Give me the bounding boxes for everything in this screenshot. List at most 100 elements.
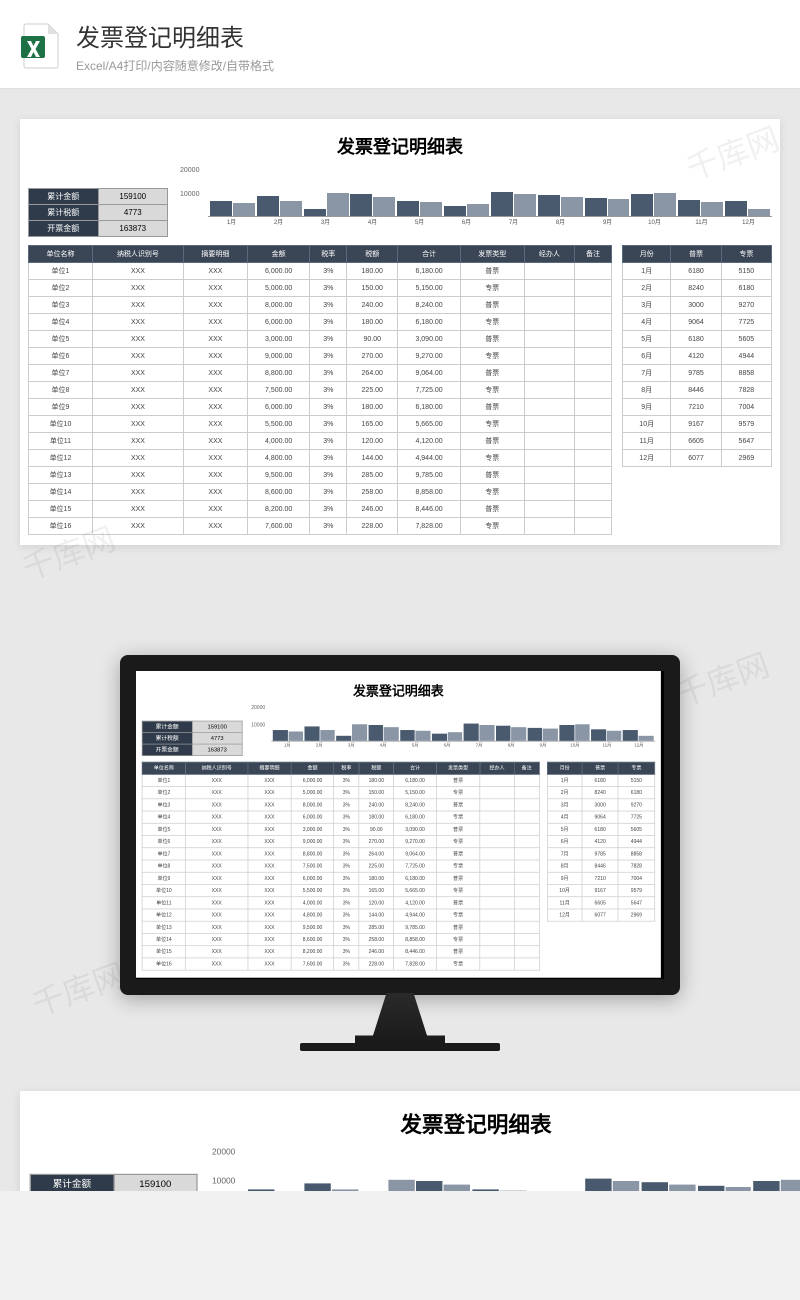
table-cell: 3% <box>310 297 347 314</box>
table-cell: 1月 <box>623 263 671 280</box>
table-cell: 264.00 <box>347 365 398 382</box>
table-cell: 180.00 <box>347 314 398 331</box>
table-cell: XXX <box>248 958 292 970</box>
table-cell <box>575 365 612 382</box>
table-cell: 普票 <box>436 872 480 884</box>
table-cell: 3% <box>310 331 347 348</box>
table-row: 单位11XXXXXX4,000.003%120.004,120.00普票 <box>29 433 612 450</box>
table-cell: 258.00 <box>347 484 398 501</box>
table-cell: 3% <box>334 823 359 835</box>
chart-bar <box>639 736 654 741</box>
table-cell: 3,000.00 <box>291 823 334 835</box>
chart-bar <box>473 1189 499 1191</box>
watermark: 千库网 <box>25 950 131 1026</box>
table-cell: 单位4 <box>29 314 93 331</box>
table-cell: 7,725.00 <box>394 860 437 872</box>
table-cell: XXX <box>186 946 248 958</box>
chart-bar <box>514 194 536 216</box>
table-row: 单位15XXXXXX8,200.003%246.008,446.00普票 <box>29 501 612 518</box>
table-row: 4月90647725 <box>623 314 772 331</box>
table-cell: 3% <box>310 467 347 484</box>
summary-value: 4773 <box>98 205 168 221</box>
table-cell: 3,000.00 <box>247 331 309 348</box>
table-cell <box>524 297 574 314</box>
table-cell: 单位7 <box>142 848 186 860</box>
chart-bar <box>388 1180 414 1191</box>
table-cell: 7210 <box>582 872 618 884</box>
table-cell: 9270 <box>618 799 654 811</box>
table-row: 单位9XXXXXX6,000.003%180.006,180.00普票 <box>142 872 539 884</box>
table-cell: 单位15 <box>142 946 186 958</box>
page-subtitle: Excel/A4打印/内容随意修改/自带格式 <box>76 57 274 74</box>
table-cell: 9,270.00 <box>394 836 437 848</box>
table-cell: 1月 <box>547 774 582 786</box>
table-cell <box>514 787 539 799</box>
table-cell <box>514 884 539 896</box>
table-cell: 6077 <box>671 450 721 467</box>
table-row: 单位2XXXXXX5,000.003%150.005,150.00专票 <box>142 787 539 799</box>
table-cell <box>480 897 514 909</box>
table-cell: 264.00 <box>359 848 394 860</box>
table-cell <box>480 884 514 896</box>
table-cell: 3月 <box>623 297 671 314</box>
table-row: 单位1XXXXXX6,000.003%180.006,180.00普票 <box>29 263 612 280</box>
table-cell: 12月 <box>623 450 671 467</box>
table-cell <box>480 958 514 970</box>
table-cell: 9月 <box>623 399 671 416</box>
chart-bar <box>417 1181 443 1191</box>
table-cell: XXX <box>248 872 292 884</box>
summary-value: 159100 <box>98 189 168 205</box>
monitor-stand <box>355 993 445 1043</box>
table-cell: XXX <box>186 860 248 872</box>
table-cell: 专票 <box>460 416 524 433</box>
page-title: 发票登记明细表 <box>76 18 274 53</box>
monitor-mockup-section: 千库网 千库网 发票登记明细表累计金额159100累计税额4773开票金额163… <box>0 615 800 1071</box>
chart-bar <box>631 194 653 216</box>
table-cell: 246.00 <box>347 501 398 518</box>
table-cell <box>575 433 612 450</box>
table-row: 10月91679579 <box>547 884 654 896</box>
table-cell: XXX <box>92 263 183 280</box>
summary-label: 累计税额 <box>142 733 192 745</box>
chart-bar <box>575 724 590 741</box>
table-row: 6月41204944 <box>547 836 654 848</box>
table-cell: 普票 <box>460 263 524 280</box>
column-header: 发票类型 <box>436 762 480 774</box>
table-cell <box>480 872 514 884</box>
chart-bar <box>448 732 463 741</box>
table-cell <box>514 823 539 835</box>
table-row: 单位7XXXXXX8,800.003%264.009,064.00普票 <box>142 848 539 860</box>
table-cell <box>575 467 612 484</box>
table-cell: 9,000.00 <box>291 836 334 848</box>
table-cell: XXX <box>183 331 247 348</box>
column-header: 月份 <box>623 246 671 263</box>
table-cell: XXX <box>92 297 183 314</box>
table-cell: 单位5 <box>142 823 186 835</box>
table-cell: 8月 <box>547 860 582 872</box>
table-row: 单位3XXXXXX8,000.003%240.008,240.00普票 <box>142 799 539 811</box>
table-cell: 6月 <box>623 348 671 365</box>
table-cell: 7月 <box>547 848 582 860</box>
chart-bar <box>585 1179 611 1191</box>
table-cell: 180.00 <box>359 872 394 884</box>
sheet-title: 发票登记明细表 <box>30 1108 800 1139</box>
column-header: 备注 <box>575 246 612 263</box>
table-cell <box>480 799 514 811</box>
table-cell: 3% <box>310 314 347 331</box>
table-cell: 单位3 <box>142 799 186 811</box>
table-cell: 144.00 <box>359 909 394 921</box>
table-cell: XXX <box>248 848 292 860</box>
chart-bar <box>327 193 349 216</box>
table-cell <box>514 909 539 921</box>
table-cell <box>514 946 539 958</box>
table-cell <box>480 860 514 872</box>
table-cell: 180.00 <box>359 774 394 786</box>
table-cell: 8,240.00 <box>398 297 460 314</box>
chart-bar <box>368 725 383 741</box>
table-cell: 单位8 <box>142 860 186 872</box>
chart-bar <box>559 725 574 741</box>
table-cell: 单位13 <box>142 921 186 933</box>
column-header: 专票 <box>721 246 771 263</box>
table-row: 单位1XXXXXX6,000.003%180.006,180.00普票 <box>142 774 539 786</box>
table-cell: 4月 <box>547 811 582 823</box>
